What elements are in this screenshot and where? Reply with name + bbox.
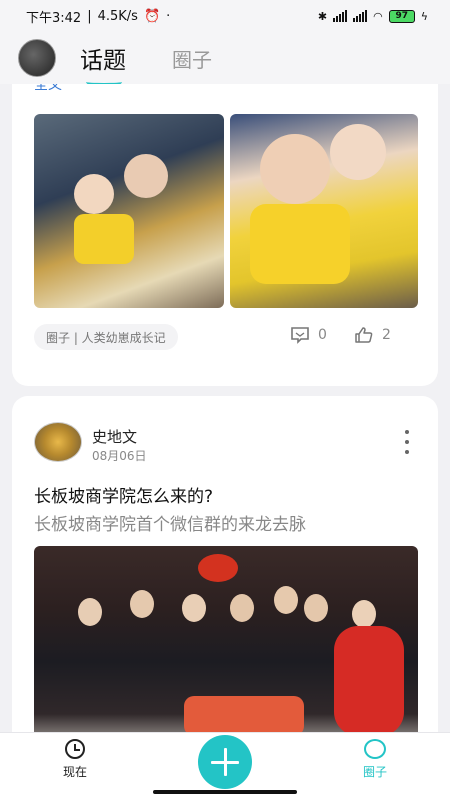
status-divider: | <box>87 8 92 24</box>
my-avatar[interactable] <box>18 39 56 77</box>
dot-icon: · <box>166 8 171 24</box>
comment-count: 0 <box>318 327 327 343</box>
nav-circles[interactable]: 圈子 <box>345 739 405 780</box>
post-card[interactable]: 全文 圈子 | 人类幼崽成长记 0 2 <box>12 84 438 386</box>
comment-button[interactable]: 0 <box>290 326 327 344</box>
author-avatar[interactable] <box>34 422 82 462</box>
top-nav: 话题 圈子 <box>0 32 450 87</box>
add-post-button[interactable] <box>198 735 252 789</box>
tab-topics[interactable]: 话题 <box>80 41 126 87</box>
circle-tag[interactable]: 圈子 | 人类幼崽成长记 <box>34 324 178 350</box>
signal-icon <box>333 10 348 22</box>
post-photo[interactable] <box>34 546 418 732</box>
more-dots-icon <box>405 430 409 434</box>
thumbs-up-icon <box>355 327 373 343</box>
post-title[interactable]: 长板坡商学院怎么来的? <box>34 482 213 507</box>
nav-circles-label: 圈子 <box>362 765 387 779</box>
feed[interactable]: 全文 圈子 | 人类幼崽成长记 0 2 史地文 <box>0 84 450 732</box>
status-speed: 4.5K/s <box>97 8 138 24</box>
bluetooth-icon: ✱ <box>317 9 328 23</box>
wifi-icon: ◠ <box>373 9 383 23</box>
post-photo[interactable] <box>34 114 224 308</box>
battery-level: 97 <box>395 11 408 21</box>
comment-icon <box>291 327 309 344</box>
clock-icon <box>65 739 85 759</box>
tab-topics-label: 话题 <box>80 48 126 74</box>
post-subtitle[interactable]: 长板坡商学院首个微信群的来龙去脉 <box>34 510 306 535</box>
more-options-button[interactable] <box>402 430 412 454</box>
like-count: 2 <box>382 327 391 343</box>
full-text-link[interactable]: 全文 <box>34 84 62 90</box>
status-time: 下午3:42 <box>26 10 82 26</box>
status-bar: 下午3:42 | 4.5K/s ⏰ · ✱ ◠ 97 ϟ <box>0 0 450 32</box>
author-name[interactable]: 史地文 <box>92 426 137 447</box>
nav-now-label: 现在 <box>62 765 87 779</box>
tab-circles[interactable]: 圈子 <box>172 44 212 73</box>
tab-circles-label: 圈子 <box>172 47 212 72</box>
signal-hd-icon <box>353 10 368 22</box>
circle-icon <box>364 739 386 759</box>
charging-icon: ϟ <box>420 9 428 23</box>
alarm-icon: ⏰ <box>143 8 161 24</box>
battery-icon: 97 <box>388 9 415 23</box>
like-button[interactable]: 2 <box>354 326 391 344</box>
home-indicator[interactable] <box>153 790 297 794</box>
post-date: 08月06日 <box>92 449 147 463</box>
post-card[interactable]: 史地文 08月06日 长板坡商学院怎么来的? 长板坡商学院首个微信群的来龙去脉 <box>12 396 438 732</box>
post-photo[interactable] <box>230 114 418 308</box>
nav-now[interactable]: 现在 <box>45 739 105 780</box>
